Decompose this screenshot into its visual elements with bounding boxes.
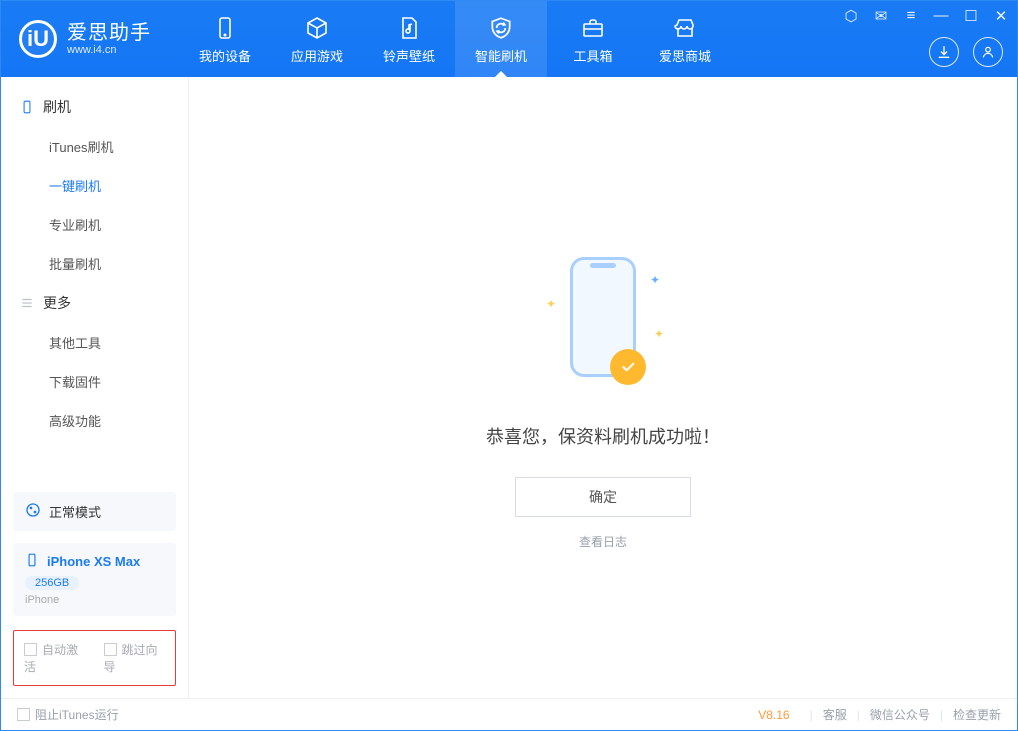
body: 刷机 iTunes刷机 一键刷机 专业刷机 批量刷机 更多 其他工具 下载固件 … bbox=[1, 77, 1017, 698]
footer-link-wechat[interactable]: 微信公众号 bbox=[870, 706, 930, 723]
success-illustration: ✦ ✦ ✦ bbox=[548, 257, 658, 397]
checkbox-block-itunes[interactable]: 阻止iTunes运行 bbox=[17, 706, 119, 723]
nav-ringtone-wallpaper[interactable]: 铃声壁纸 bbox=[363, 1, 455, 77]
logo-text: 爱思助手 www.i4.cn bbox=[67, 22, 151, 56]
view-log-link[interactable]: 查看日志 bbox=[579, 533, 627, 550]
app-site: www.i4.cn bbox=[67, 44, 151, 56]
cube-icon bbox=[303, 14, 331, 42]
app-window: iU 爱思助手 www.i4.cn 我的设备 应用游戏 bbox=[0, 0, 1018, 731]
account-button[interactable] bbox=[973, 37, 1003, 67]
version-label: V8.16 bbox=[758, 708, 789, 722]
sidebar-item-batch-flash[interactable]: 批量刷机 bbox=[1, 244, 188, 283]
refresh-shield-icon bbox=[487, 14, 515, 42]
device-icon bbox=[19, 99, 35, 115]
flash-options-box: 自动激活 跳过向导 bbox=[13, 630, 176, 686]
logo-icon: iU bbox=[19, 20, 57, 58]
titlebar-controls: ⬡ ✉ ≡ — ☐ ✕ bbox=[843, 7, 1009, 25]
feedback-icon[interactable]: ✉ bbox=[873, 7, 889, 25]
sidebar-item-itunes-flash[interactable]: iTunes刷机 bbox=[1, 127, 188, 166]
sidebar-section-flash: 刷机 bbox=[1, 87, 188, 127]
nav-apps-games[interactable]: 应用游戏 bbox=[271, 1, 363, 77]
nav-label: 智能刷机 bbox=[475, 46, 527, 65]
phone-icon bbox=[211, 14, 239, 42]
mode-icon bbox=[25, 502, 41, 521]
sparkle-icon: ✦ bbox=[546, 297, 556, 311]
top-nav: 我的设备 应用游戏 铃声壁纸 智能刷机 bbox=[179, 1, 731, 77]
device-storage-badge: 256GB bbox=[25, 576, 79, 590]
footer-left: 阻止iTunes运行 bbox=[17, 706, 119, 723]
sidebar-section-more: 更多 bbox=[1, 283, 188, 323]
footer-right: V8.16 | 客服 | 微信公众号 | 检查更新 bbox=[758, 706, 1001, 723]
nav-smart-flash[interactable]: 智能刷机 bbox=[455, 1, 547, 77]
header-right-actions bbox=[929, 37, 1003, 67]
success-title: 恭喜您，保资料刷机成功啦！ bbox=[486, 423, 720, 449]
device-mode-card[interactable]: 正常模式 bbox=[13, 492, 176, 531]
sidebar-section-label: 更多 bbox=[43, 293, 71, 313]
sidebar-item-other-tools[interactable]: 其他工具 bbox=[1, 323, 188, 362]
sparkle-icon: ✦ bbox=[650, 273, 660, 287]
device-type: iPhone bbox=[25, 594, 59, 606]
checkbox-auto-activate[interactable]: 自动激活 bbox=[24, 641, 86, 675]
app-name: 爱思助手 bbox=[67, 22, 151, 44]
footer-link-support[interactable]: 客服 bbox=[823, 706, 847, 723]
nav-label: 应用游戏 bbox=[291, 46, 343, 65]
download-button[interactable] bbox=[929, 37, 959, 67]
nav-my-device[interactable]: 我的设备 bbox=[179, 1, 271, 77]
nav-label: 铃声壁纸 bbox=[383, 46, 435, 65]
maximize-icon[interactable]: ☐ bbox=[963, 7, 979, 25]
toolbox-icon bbox=[579, 14, 607, 42]
minimize-icon[interactable]: — bbox=[933, 7, 949, 25]
sidebar-item-oneclick-flash[interactable]: 一键刷机 bbox=[1, 166, 188, 205]
sidebar-item-download-firmware[interactable]: 下载固件 bbox=[1, 362, 188, 401]
nav-store[interactable]: 爱思商城 bbox=[639, 1, 731, 77]
sidebar-section-label: 刷机 bbox=[43, 97, 71, 117]
nav-label: 工具箱 bbox=[573, 46, 612, 65]
store-icon bbox=[671, 14, 699, 42]
confirm-button[interactable]: 确定 bbox=[515, 477, 691, 517]
checkbox-skip-guide[interactable]: 跳过向导 bbox=[104, 641, 166, 675]
logo[interactable]: iU 爱思助手 www.i4.cn bbox=[1, 20, 169, 58]
music-file-icon bbox=[395, 14, 423, 42]
device-card[interactable]: iPhone XS Max 256GB iPhone bbox=[13, 543, 176, 616]
main-content: ✦ ✦ ✦ 恭喜您，保资料刷机成功啦！ 确定 查看日志 bbox=[189, 77, 1017, 698]
nav-label: 我的设备 bbox=[199, 46, 251, 65]
success-check-icon bbox=[610, 349, 646, 385]
header: iU 爱思助手 www.i4.cn 我的设备 应用游戏 bbox=[1, 1, 1017, 77]
list-icon bbox=[19, 295, 35, 311]
sidebar-item-advanced[interactable]: 高级功能 bbox=[1, 401, 188, 440]
nav-label: 爱思商城 bbox=[659, 46, 711, 65]
device-name: iPhone XS Max bbox=[47, 554, 140, 569]
nav-toolbox[interactable]: 工具箱 bbox=[547, 1, 639, 77]
menu-icon[interactable]: ≡ bbox=[903, 7, 919, 25]
phone-icon bbox=[25, 553, 39, 570]
footer: 阻止iTunes运行 V8.16 | 客服 | 微信公众号 | 检查更新 bbox=[1, 698, 1017, 730]
mode-label: 正常模式 bbox=[49, 502, 101, 521]
sidebar-item-pro-flash[interactable]: 专业刷机 bbox=[1, 205, 188, 244]
sidebar: 刷机 iTunes刷机 一键刷机 专业刷机 批量刷机 更多 其他工具 下载固件 … bbox=[1, 77, 189, 698]
footer-link-update[interactable]: 检查更新 bbox=[953, 706, 1001, 723]
sparkle-icon: ✦ bbox=[654, 327, 664, 341]
tshirt-icon[interactable]: ⬡ bbox=[843, 7, 859, 25]
close-icon[interactable]: ✕ bbox=[993, 7, 1009, 25]
